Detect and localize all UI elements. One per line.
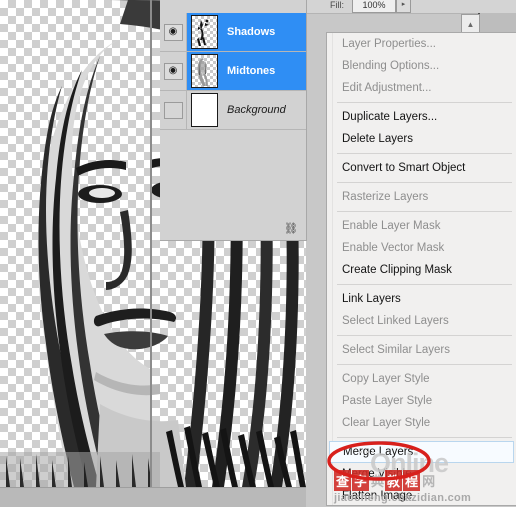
menu-item-enable-layer-mask: Enable Layer Mask [342, 220, 441, 232]
menu-item-duplicate-layers[interactable]: Duplicate Layers... [327, 106, 516, 128]
layer-thumbnail[interactable] [191, 15, 218, 49]
menu-separator [337, 364, 512, 365]
menu-item-clear-layer-style: Clear Layer Style [342, 417, 431, 429]
layer-visibility-cell[interactable] [160, 91, 187, 129]
menu-item-rasterize-layers: Rasterize Layers [342, 191, 429, 203]
menu-item-flatten-image[interactable]: Flatten Image [327, 485, 516, 505]
chevron-down-icon[interactable]: ▸ [396, 0, 411, 13]
menu-item-merge-visible[interactable]: Merge Visible [327, 463, 516, 485]
menu-item-copy-layer-style: Copy Layer Style [342, 373, 430, 385]
layers-panel-footer: ⛓ [160, 218, 306, 239]
canvas-bottom-strip [0, 487, 306, 507]
menu-separator [337, 335, 512, 336]
layer-name: Background [227, 104, 286, 116]
menu-separator [337, 153, 512, 154]
menu-separator [337, 182, 512, 183]
menu-item-link-layers[interactable]: Link Layers [327, 288, 516, 310]
layers-empty-area [160, 130, 306, 219]
eye-icon[interactable]: ◉ [163, 62, 183, 80]
fill-input[interactable]: 100% [352, 0, 396, 13]
layer-row[interactable]: ◉ Shadows [160, 13, 306, 52]
menu-item-delete-layers[interactable]: Delete Layers [327, 128, 516, 150]
menu-separator [337, 437, 512, 438]
menu-item-enable-vector-mask: Enable Vector Mask [342, 242, 445, 254]
menu-item-layer-properties: Layer Properties... [342, 38, 436, 50]
thumbnail-art [197, 58, 208, 86]
scroll-up-button[interactable]: ▲ [461, 14, 480, 34]
menu-item-merge-layers[interactable]: Merge Layers [329, 441, 514, 463]
menu-item-edit-adjustment: Edit Adjustment... [342, 82, 432, 94]
fill-label: Fill: [330, 0, 344, 10]
link-layers-icon[interactable]: ⛓ [284, 222, 298, 235]
menu-item-convert-to-smart-object[interactable]: Convert to Smart Object [327, 157, 516, 179]
menu-item-select-linked-layers: Select Linked Layers [342, 315, 449, 327]
layer-row[interactable]: Background [160, 91, 306, 130]
eye-icon[interactable] [163, 101, 183, 119]
panel-right-filler [479, 13, 516, 32]
layer-thumbnail[interactable] [191, 93, 218, 127]
menu-separator [337, 211, 512, 212]
menu-separator [337, 284, 512, 285]
menu-item-list: Layer Properties... Blending Options... Ed… [327, 33, 516, 505]
layer-visibility-cell[interactable]: ◉ [160, 52, 187, 90]
layer-name: Shadows [227, 26, 276, 38]
layer-thumbnail[interactable] [191, 54, 218, 88]
layer-visibility-cell[interactable]: ◉ [160, 13, 187, 51]
canvas-guide-line [150, 0, 152, 487]
menu-item-paste-layer-style: Paste Layer Style [342, 395, 433, 407]
layer-context-menu[interactable]: Layer Properties... Blending Options... Ed… [326, 32, 516, 506]
layer-row[interactable]: ◉ Midtones [160, 52, 306, 91]
menu-item-select-similar-layers: Select Similar Layers [342, 344, 451, 356]
thumbnail-art [197, 19, 209, 46]
menu-item-blending-options: Blending Options... [342, 60, 440, 72]
layer-name: Midtones [227, 65, 276, 77]
layers-panel: ◉ Shadows ◉ Midtones Background ⛓ [160, 0, 307, 241]
eye-icon[interactable]: ◉ [163, 23, 183, 41]
menu-separator [337, 102, 512, 103]
menu-item-create-clipping-mask[interactable]: Create Clipping Mask [327, 259, 516, 281]
